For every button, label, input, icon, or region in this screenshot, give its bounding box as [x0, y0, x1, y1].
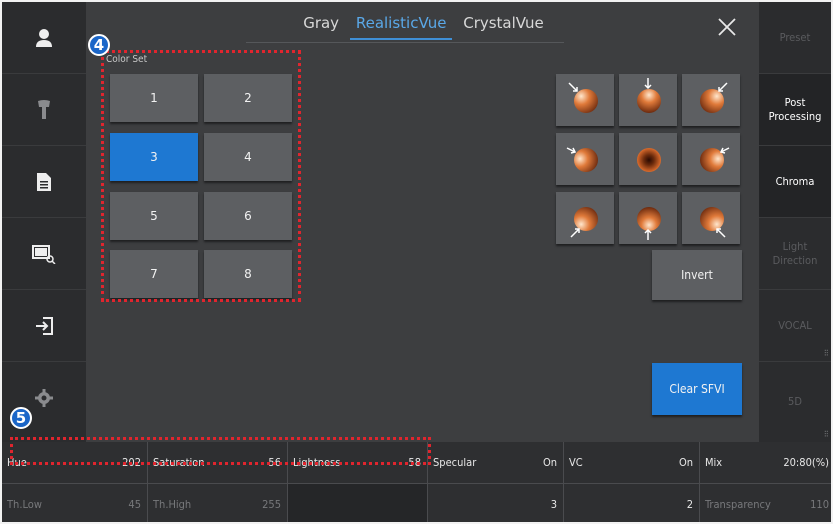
annotation-badge-5: 5 [10, 407, 32, 429]
param-value: 45 [128, 498, 141, 511]
sphere-icon [637, 148, 661, 172]
tab-crystalvue[interactable]: CrystalVue [457, 14, 550, 32]
mode-tabs: Gray RealisticVue CrystalVue [86, 14, 761, 44]
param-specular-level[interactable]: 3 [428, 484, 564, 522]
param-label: Th.Low [7, 498, 42, 511]
color-set-highlight-box [101, 50, 301, 302]
light-direction-left[interactable] [556, 133, 614, 185]
sidebar-item-chroma[interactable]: Chroma [759, 146, 831, 218]
param-value: 2 [686, 498, 693, 511]
sphere-icon [637, 89, 661, 113]
tab-realisticvue[interactable]: RealisticVue [349, 14, 453, 40]
hsl-highlight-box [10, 437, 431, 465]
image-review-icon [32, 244, 56, 264]
light-direction-top-right[interactable] [682, 74, 740, 126]
param-vc-level[interactable]: 2 [564, 484, 700, 522]
sidebar-item-vocal-label: VOCAL [778, 318, 812, 332]
sidebar-item-vocal[interactable]: VOCAL ⠿ [759, 290, 831, 362]
clear-sfvi-button[interactable]: Clear SFVI [652, 363, 742, 415]
close-button[interactable] [716, 16, 738, 38]
param-label: Th.High [153, 498, 192, 511]
sidebar-item-5d[interactable]: 5D ⠿ [759, 362, 831, 442]
patient-button[interactable] [2, 2, 86, 74]
main-panel: Gray RealisticVue CrystalVue Color Set 1… [86, 2, 761, 442]
arrow-down-left-icon [718, 82, 728, 92]
tab-gray[interactable]: Gray [297, 14, 345, 32]
sidebar-item-post-processing[interactable]: Post Processing [759, 74, 831, 146]
param-transparency[interactable]: Transparency 110 [700, 484, 831, 522]
param-th-low[interactable]: Th.Low 45 [2, 484, 148, 522]
tab-divider [246, 42, 564, 43]
param-label: Mix [705, 456, 723, 469]
arrow-down-icon [644, 78, 652, 90]
light-direction-right[interactable] [682, 133, 740, 185]
probe-button[interactable] [2, 74, 86, 146]
close-icon [718, 18, 736, 36]
light-direction-center[interactable] [619, 133, 677, 185]
sidebar-item-light-direction[interactable]: Light Direction [759, 218, 831, 290]
grip-icon: ⠿ [823, 349, 829, 358]
sidebar-item-preset[interactable]: Preset [759, 2, 831, 74]
arrow-left-icon [719, 147, 730, 154]
light-direction-top[interactable] [619, 74, 677, 126]
light-direction-bottom-right[interactable] [682, 192, 740, 244]
param-value: 20:80(%) [783, 456, 829, 469]
right-sidebar: Preset Post Processing Chroma Light Dire… [759, 2, 831, 442]
arrow-up-left-icon [716, 228, 726, 238]
invert-button[interactable]: Invert [652, 250, 742, 300]
exit-button[interactable] [2, 290, 86, 362]
light-direction-bottom[interactable] [619, 192, 677, 244]
annotation-badge-4: 4 [88, 34, 110, 56]
report-button[interactable] [2, 146, 86, 218]
arrow-up-icon [644, 228, 652, 240]
param-value: On [678, 456, 693, 469]
param-label: Specular [433, 456, 477, 469]
patient-icon [36, 28, 52, 47]
report-icon [37, 172, 51, 191]
param-value: 110 [810, 498, 829, 511]
light-direction-bottom-left[interactable] [556, 192, 614, 244]
grip-icon: ⠿ [823, 430, 829, 439]
param-empty [288, 484, 428, 522]
param-vc[interactable]: VC On [564, 442, 700, 484]
image-review-button[interactable] [2, 218, 86, 290]
arrow-up-right-icon [570, 228, 580, 238]
param-value: 3 [550, 498, 557, 511]
param-value: On [542, 456, 557, 469]
arrow-down-right-icon [568, 82, 578, 92]
param-mix[interactable]: Mix 20:80(%) [700, 442, 831, 484]
ultrasound-console-screen: Gray RealisticVue CrystalVue Color Set 1… [0, 0, 833, 524]
arrow-right-icon [566, 147, 577, 154]
settings-icon [35, 389, 53, 407]
param-value: 255 [262, 498, 281, 511]
param-label: Transparency [705, 498, 771, 511]
param-label: VC [569, 456, 583, 469]
probe-icon [38, 99, 50, 119]
param-specular[interactable]: Specular On [428, 442, 564, 484]
sidebar-item-5d-label: 5D [788, 395, 802, 408]
exit-icon [36, 316, 53, 335]
param-th-high[interactable]: Th.High 255 [148, 484, 288, 522]
light-direction-top-left[interactable] [556, 74, 614, 126]
left-sidebar [2, 2, 86, 442]
